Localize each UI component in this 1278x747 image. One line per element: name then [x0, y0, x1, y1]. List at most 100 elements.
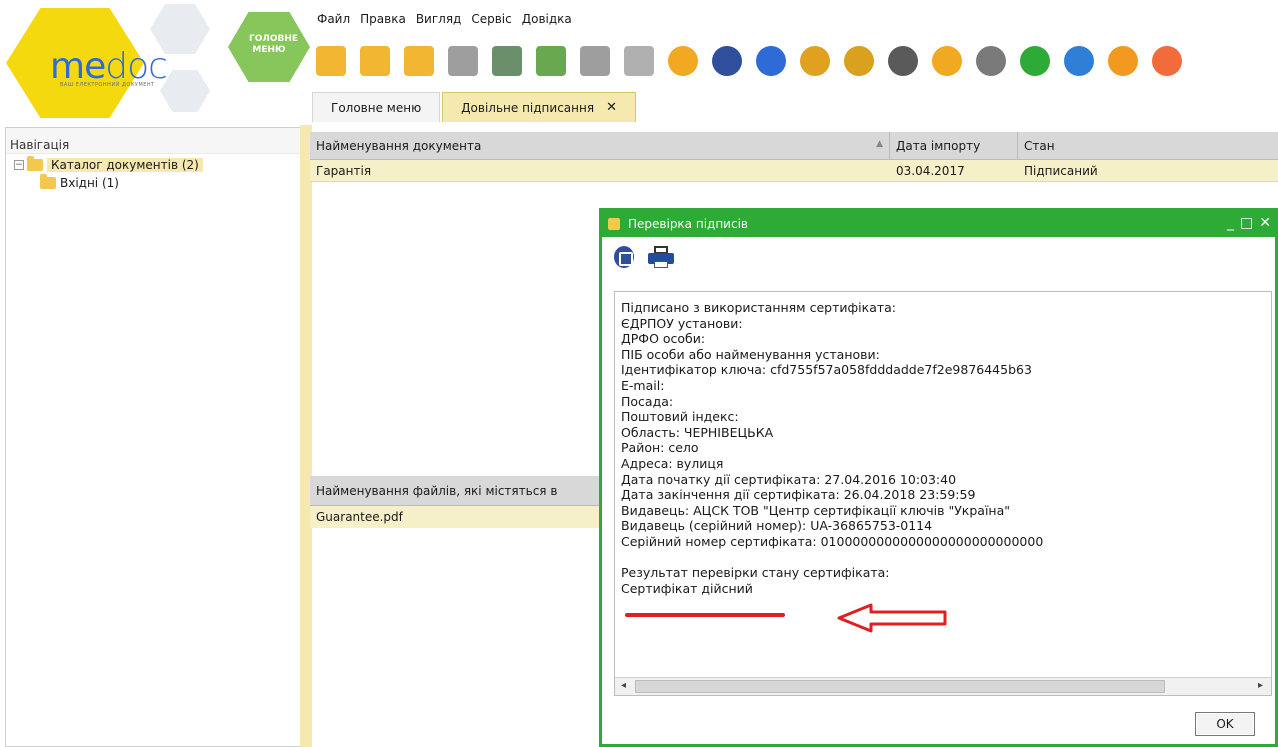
annotation-arrow-icon: [837, 603, 947, 633]
sign-shield-button[interactable]: [708, 40, 746, 82]
sign-shield-icon: [712, 46, 742, 76]
close-icon[interactable]: ✕: [606, 100, 617, 115]
signature-check-dialog: Перевірка підписів _ □ ✕ Підписано з вик…: [599, 208, 1278, 747]
logo-area: medoc ВАШ ЕЛЕКТРОННИЙ ДОКУМЕНТ ГОЛОВНЕ М…: [0, 0, 310, 125]
preview-button[interactable]: [576, 40, 614, 82]
lock-doc-button[interactable]: [840, 40, 878, 82]
tree-item-documents-catalog[interactable]: − Каталог документів (2): [6, 156, 301, 174]
cell-doc-name: Гарантія: [316, 164, 372, 178]
nav-splitter[interactable]: [300, 125, 312, 747]
menu-help[interactable]: Довідка: [522, 12, 572, 32]
collapse-icon[interactable]: −: [14, 160, 24, 170]
files-table-header[interactable]: Найменування файлів, які містяться в: [310, 476, 610, 506]
tree-item-incoming[interactable]: Вхідні (1): [6, 174, 301, 192]
details-line: E-mail:: [621, 377, 665, 393]
logo-me-text: me: [50, 46, 106, 87]
details-line: ПІБ особи або найменування установи:: [621, 346, 880, 362]
table-header: Найменування документа ▲ Дата імпорту Ст…: [310, 132, 1278, 160]
tab-main-menu[interactable]: Головне меню: [312, 92, 441, 122]
check-blue-icon: [1064, 46, 1094, 76]
logo-subtitle: ВАШ ЕЛЕКТРОННИЙ ДОКУМЕНТ: [60, 82, 155, 88]
details-line: Адреса: вулиця: [621, 455, 724, 471]
export-button[interactable]: [488, 40, 526, 82]
cert-red-button[interactable]: [796, 40, 834, 82]
details-line: Видавець: АЦСК ТОВ "Центр сертифікації к…: [621, 502, 1011, 518]
details-line: Дата закінчення дії сертифіката: 26.04.2…: [621, 487, 976, 503]
open-folder-button[interactable]: [356, 40, 394, 82]
chat-icon: [1152, 46, 1182, 76]
horizontal-scrollbar[interactable]: ◂ ▸: [615, 677, 1271, 695]
keys-icon: [756, 46, 786, 76]
minimize-icon[interactable]: _: [1227, 215, 1234, 231]
tree-item-label: Вхідні (1): [60, 176, 119, 190]
scroll-right-icon[interactable]: ▸: [1258, 680, 1263, 691]
details-line: ДРФО особи:: [621, 331, 706, 347]
copy-icon: [448, 46, 478, 76]
tab-main-menu-label: Головне меню: [331, 100, 422, 115]
export-icon: [492, 46, 522, 76]
menu-bar: Файл Правка Вигляд Сервіс Довідка: [317, 12, 572, 32]
table-row[interactable]: Guarantee.pdf: [310, 506, 610, 528]
chat-button[interactable]: [1148, 40, 1186, 82]
details-line: Серійний номер сертифіката: 010000000000…: [621, 533, 1044, 549]
new-doc-button[interactable]: [312, 40, 350, 82]
folder-icon: [27, 156, 43, 171]
details-line: Район: село: [621, 440, 699, 456]
main-menu-label: ГОЛОВНЕ МЕНЮ: [249, 34, 299, 55]
check-green-button[interactable]: [1016, 40, 1054, 82]
menu-view[interactable]: Вигляд: [416, 12, 462, 32]
scroll-left-icon[interactable]: ◂: [621, 680, 626, 691]
app-icon: [608, 218, 620, 230]
print-button[interactable]: [884, 40, 922, 82]
main-menu-button[interactable]: ГОЛОВНЕ МЕНЮ: [228, 12, 310, 82]
menu-service[interactable]: Сервіс: [471, 12, 511, 32]
print-icon[interactable]: [648, 246, 674, 268]
details-line: Поштовий індекс:: [621, 409, 739, 425]
tab-free-signing-label: Довільне підписання: [461, 100, 595, 115]
tab-free-signing[interactable]: Довільне підписання ✕: [442, 92, 636, 122]
documents-table: Найменування документа ▲ Дата імпорту Ст…: [310, 132, 1278, 182]
keys-button[interactable]: [752, 40, 790, 82]
ok-button[interactable]: OK: [1195, 712, 1255, 736]
decor-hex: [160, 70, 210, 112]
send-envelope-icon: [668, 46, 698, 76]
maximize-icon[interactable]: □: [1240, 215, 1253, 231]
details-line: Область: ЧЕРНІВЕЦЬКА: [621, 424, 774, 440]
annotation-underline: [625, 613, 785, 617]
help-button[interactable]: [1104, 40, 1142, 82]
scroll-thumb[interactable]: [635, 680, 1165, 693]
window-controls: _ □ ✕: [1227, 215, 1271, 231]
column-header-name[interactable]: Найменування документа ▲: [310, 132, 890, 159]
signature-details-text[interactable]: Підписано з використанням сертифіката: ЄД…: [614, 291, 1272, 696]
details-line: Видавець (серійний номер): UA-36865753-0…: [621, 518, 933, 534]
details-line: Посада:: [621, 393, 674, 409]
new-doc-icon: [316, 46, 346, 76]
receive-envelope-icon: [932, 46, 962, 76]
send-envelope-button[interactable]: [664, 40, 702, 82]
remove-doc-button[interactable]: [620, 40, 658, 82]
copy-button[interactable]: [444, 40, 482, 82]
menu-edit[interactable]: Правка: [360, 12, 406, 32]
print-icon: [888, 46, 918, 76]
column-header-status[interactable]: Стан: [1018, 132, 1278, 159]
open-folder-icon: [360, 46, 390, 76]
check-green-icon: [1020, 46, 1050, 76]
toolbar: [312, 36, 1186, 86]
details-lines: Підписано з використанням сертифіката: ЄД…: [615, 292, 1271, 596]
column-header-date[interactable]: Дата імпорту: [890, 132, 1018, 159]
app-header: medoc ВАШ ЕЛЕКТРОННИЙ ДОКУМЕНТ ГОЛОВНЕ М…: [0, 0, 1278, 125]
table-row[interactable]: Гарантія 03.04.2017 Підписаний: [310, 160, 1278, 182]
add-doc-button[interactable]: [532, 40, 570, 82]
app-logo: medoc: [50, 46, 168, 87]
delete-doc-button[interactable]: [400, 40, 438, 82]
details-line: [621, 550, 1265, 566]
cell-import-date: 03.04.2017: [896, 164, 965, 178]
close-icon[interactable]: ✕: [1259, 215, 1271, 231]
dialog-title-bar[interactable]: Перевірка підписів _ □ ✕: [602, 211, 1275, 237]
gear-button[interactable]: [972, 40, 1010, 82]
check-blue-button[interactable]: [1060, 40, 1098, 82]
receive-envelope-button[interactable]: [928, 40, 966, 82]
menu-file[interactable]: Файл: [317, 12, 350, 32]
remove-doc-icon: [624, 46, 654, 76]
shield-icon[interactable]: [614, 246, 634, 268]
